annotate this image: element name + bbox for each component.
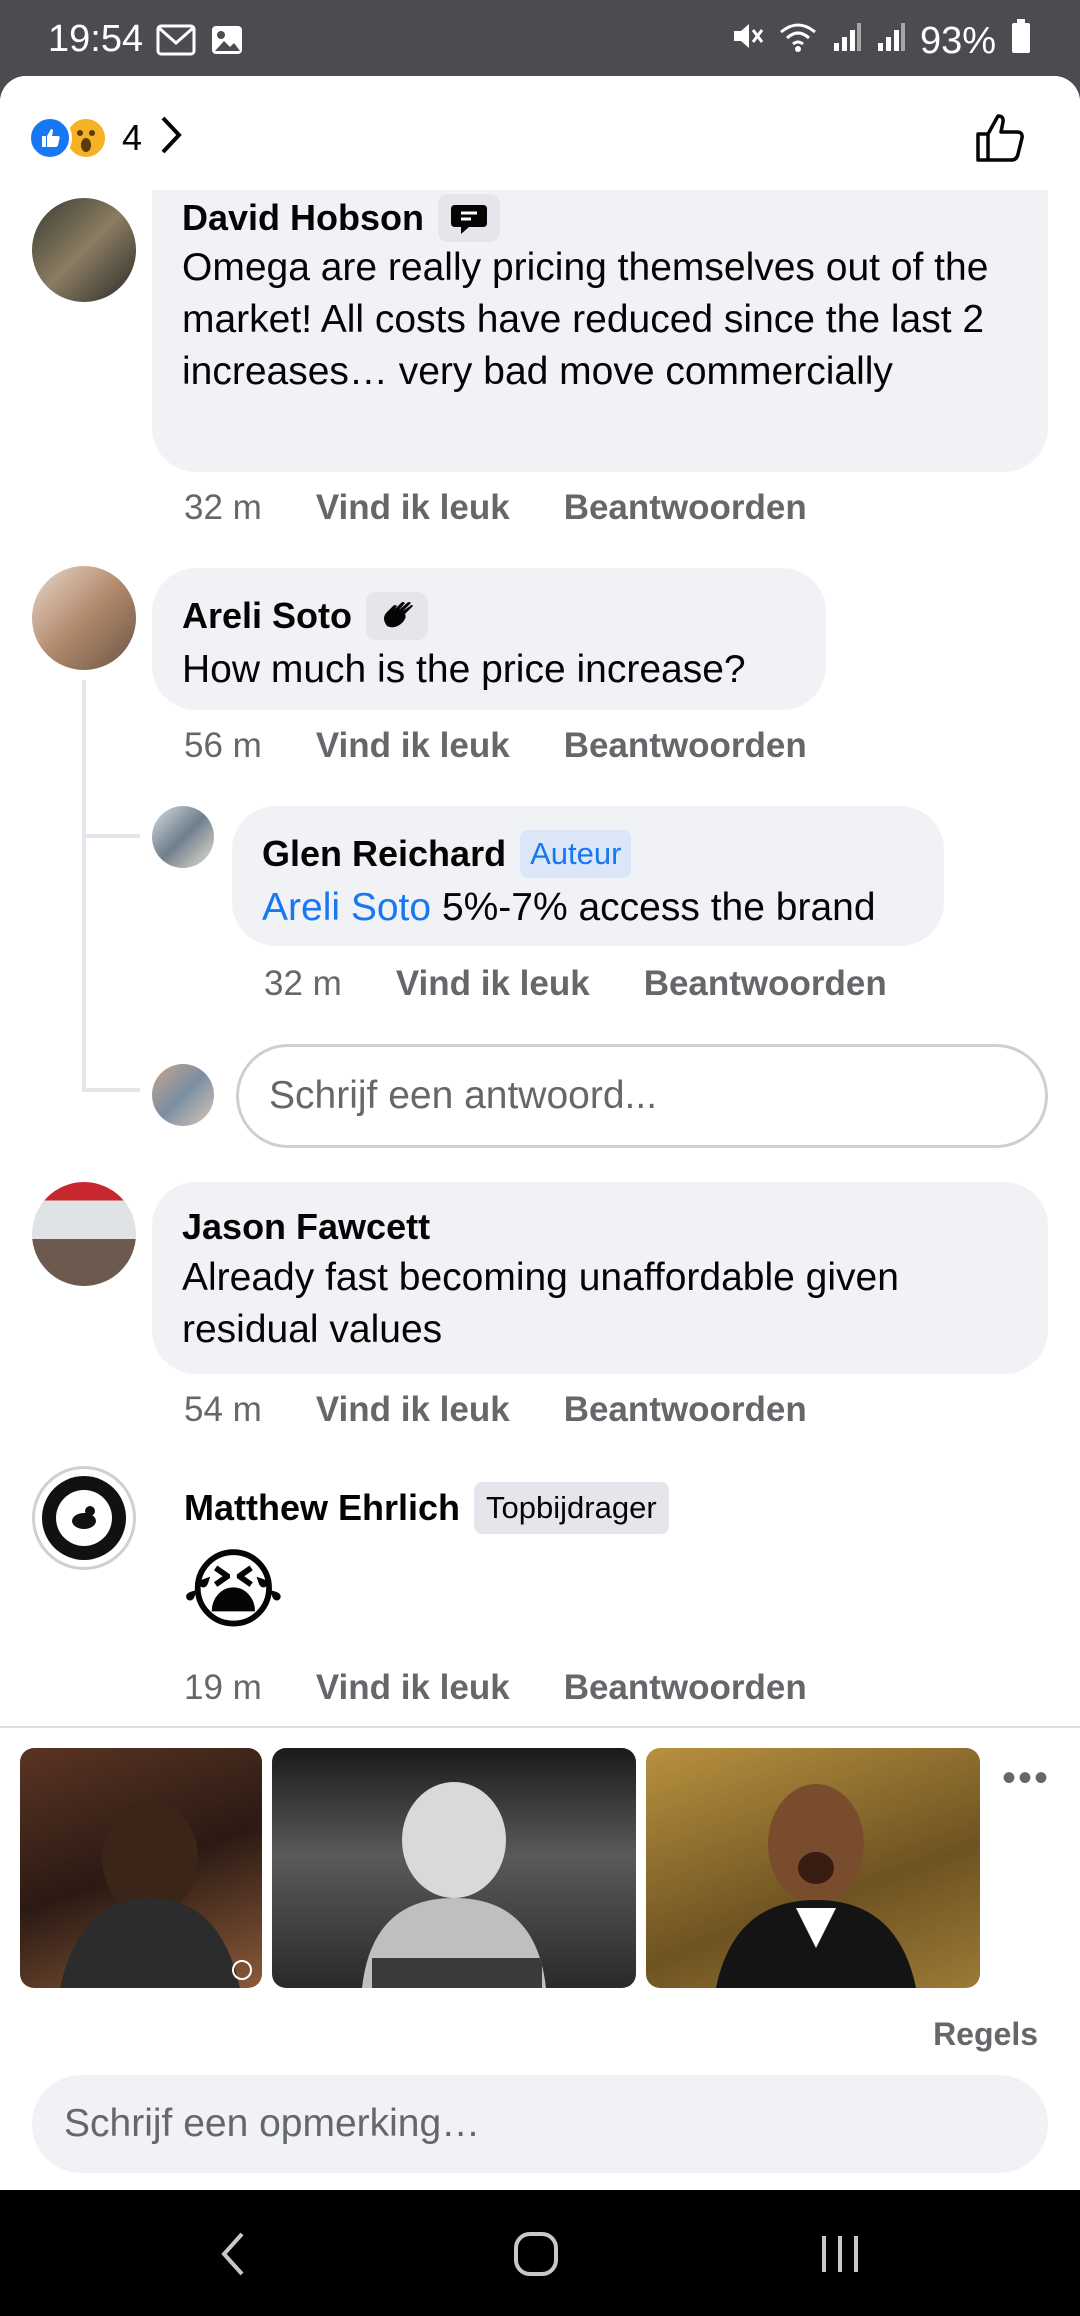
gallery-icon bbox=[210, 24, 244, 61]
home-icon[interactable] bbox=[512, 2230, 560, 2283]
comment-time: 19 m bbox=[184, 1668, 262, 1707]
comment-actions: 19 m Vind ik leuk Beantwoorden bbox=[184, 1668, 807, 1708]
reply-link[interactable]: Beantwoorden bbox=[644, 964, 887, 1004]
comment-input[interactable]: Schrijf een opmerking… bbox=[32, 2075, 1048, 2173]
reply-link[interactable]: Beantwoorden bbox=[564, 1390, 807, 1430]
rules-link[interactable]: Regels bbox=[933, 2016, 1038, 2053]
divider bbox=[0, 1726, 1080, 1728]
avatar[interactable] bbox=[32, 566, 136, 670]
like-outline-icon[interactable] bbox=[972, 110, 1028, 171]
like-link[interactable]: Vind ik leuk bbox=[316, 1390, 510, 1430]
comment-emoji: 😭 bbox=[182, 1540, 285, 1639]
status-bar: 19:54 93% bbox=[0, 0, 1080, 76]
comment-bubble: Jason Fawcett Already fast becoming unaf… bbox=[152, 1182, 1048, 1374]
like-link[interactable]: Vind ik leuk bbox=[316, 726, 510, 766]
reactions-header: 4 bbox=[0, 76, 1080, 200]
gif-thumbnail[interactable] bbox=[646, 1748, 980, 1988]
more-options-icon[interactable]: ••• bbox=[1002, 1756, 1050, 1801]
comment-time: 54 m bbox=[184, 1390, 262, 1429]
comment-actions: 32 m Vind ik leuk Beantwoorden bbox=[184, 488, 807, 528]
comment-author[interactable]: Matthew Ehrlich bbox=[184, 1487, 460, 1529]
comment-author[interactable]: Areli Soto bbox=[182, 595, 352, 637]
mute-icon bbox=[730, 19, 764, 63]
reaction-count: 4 bbox=[122, 116, 143, 158]
wifi-icon bbox=[778, 20, 818, 63]
comment-bubble: Areli Soto How much is the price increas… bbox=[152, 568, 826, 710]
comment-author[interactable]: Glen Reichard bbox=[262, 833, 506, 875]
comment-time: 32 m bbox=[184, 488, 262, 527]
reply-link[interactable]: Beantwoorden bbox=[564, 488, 807, 528]
avatar[interactable] bbox=[32, 1466, 136, 1570]
chevron-right-icon bbox=[158, 114, 184, 161]
gif-thumbnail[interactable] bbox=[272, 1748, 636, 1988]
comment-text: How much is the price increase? bbox=[182, 648, 746, 691]
reply-link[interactable]: Beantwoorden bbox=[564, 726, 807, 766]
like-link[interactable]: Vind ik leuk bbox=[396, 964, 590, 1004]
comment-time: 56 m bbox=[184, 726, 262, 765]
comment-actions: 56 m Vind ik leuk Beantwoorden bbox=[184, 726, 807, 766]
reactions-summary[interactable]: 4 bbox=[28, 114, 184, 161]
like-reaction-icon bbox=[28, 115, 72, 160]
reply-link[interactable]: Beantwoorden bbox=[564, 1668, 807, 1708]
reply-input[interactable]: Schrijf een antwoord... bbox=[236, 1044, 1048, 1148]
comment-text: 5%-7% access the brand bbox=[441, 886, 876, 929]
signal-icon bbox=[832, 20, 862, 63]
comment-header: Matthew Ehrlich Topbijdrager bbox=[184, 1482, 669, 1534]
comment-bubble: Glen Reichard Auteur Areli Soto 5%-7% ac… bbox=[232, 806, 944, 946]
battery-percent: 93% bbox=[919, 19, 996, 62]
status-time: 19:54 bbox=[48, 18, 144, 60]
navigation-bar bbox=[0, 2190, 1080, 2316]
like-link[interactable]: Vind ik leuk bbox=[316, 1668, 510, 1708]
conversation-starter-icon bbox=[438, 194, 501, 242]
avatar bbox=[152, 1064, 214, 1126]
avatar[interactable] bbox=[32, 198, 136, 302]
comment-author[interactable]: Jason Fawcett bbox=[182, 1206, 430, 1248]
author-badge: Auteur bbox=[520, 830, 632, 878]
mention-link[interactable]: Areli Soto bbox=[262, 886, 431, 929]
signal-icon bbox=[876, 20, 906, 63]
comment-text: Already fast becoming unaffordable given… bbox=[182, 1256, 899, 1351]
comment-actions: 32 m Vind ik leuk Beantwoorden bbox=[264, 964, 887, 1004]
thread-connector bbox=[84, 1088, 140, 1092]
avatar[interactable] bbox=[152, 806, 214, 868]
battery-icon bbox=[1010, 18, 1032, 64]
comment-bubble: David Hobson Omega are really pricing th… bbox=[152, 190, 1048, 472]
thread-connector bbox=[84, 834, 140, 838]
comment-actions: 54 m Vind ik leuk Beantwoorden bbox=[184, 1390, 807, 1430]
avatar[interactable] bbox=[32, 1182, 136, 1286]
gmail-icon bbox=[156, 24, 196, 61]
top-contributor-badge: Topbijdrager bbox=[474, 1482, 669, 1534]
gif-thumbnail[interactable] bbox=[20, 1748, 262, 1988]
wave-icon bbox=[366, 592, 429, 640]
like-link[interactable]: Vind ik leuk bbox=[316, 488, 510, 528]
back-icon[interactable] bbox=[218, 2230, 248, 2283]
comment-text: Omega are really pricing themselves out … bbox=[182, 246, 989, 393]
thread-line bbox=[82, 680, 86, 1092]
comment-author[interactable]: David Hobson bbox=[182, 197, 424, 239]
recents-icon[interactable] bbox=[816, 2230, 864, 2283]
comments-sheet: 4 David Hobson Omega are really pricing … bbox=[0, 76, 1080, 2190]
comment-time: 32 m bbox=[264, 964, 342, 1003]
